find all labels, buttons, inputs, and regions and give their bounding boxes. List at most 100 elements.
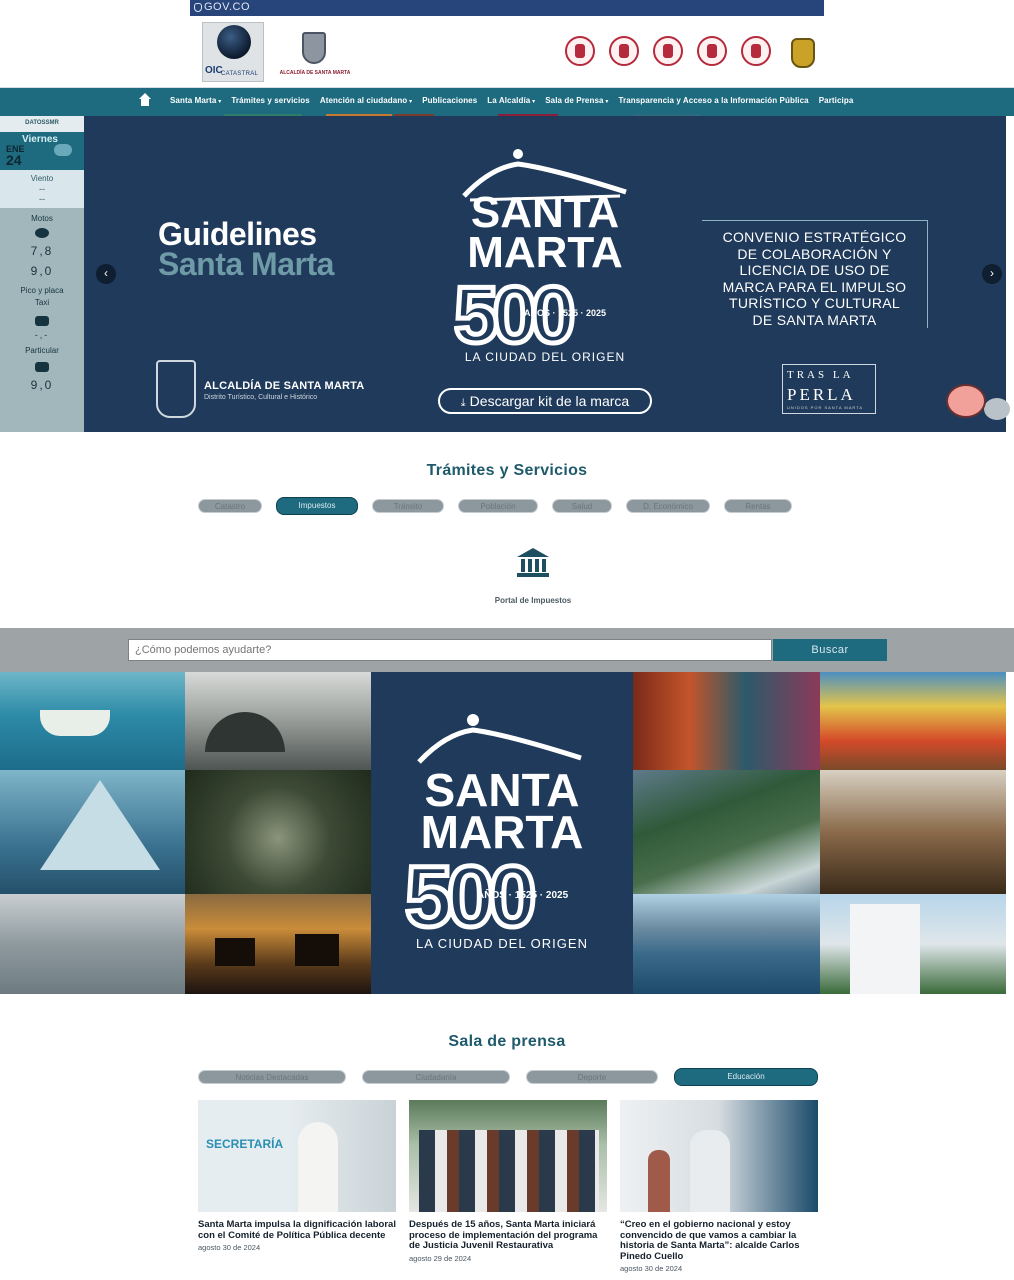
particular-label: Particular <box>25 346 59 355</box>
tab-prensa-2[interactable]: Deporte <box>526 1070 658 1084</box>
tab-prensa-3[interactable]: Educación <box>674 1068 818 1086</box>
perla-line-2: PERLA <box>787 385 856 404</box>
tab-tramite-3[interactable]: Población <box>458 499 538 513</box>
photo-cathedral <box>820 894 1006 994</box>
download-kit-label: Descargar kit de la marca <box>469 393 630 409</box>
chatbot-mascot-icon[interactable] <box>946 384 986 418</box>
search-band: Buscar <box>0 628 1014 672</box>
cathedral-dome-icon <box>417 714 582 764</box>
news-image[interactable] <box>620 1100 818 1212</box>
wind-value-2: -- <box>39 194 45 204</box>
search-button[interactable]: Buscar <box>773 639 887 661</box>
collage-logo-marta: MARTA <box>420 806 584 858</box>
nav-item-3[interactable]: Publicaciones <box>422 96 477 105</box>
nav-item-5[interactable]: Sala de Prensa <box>545 96 608 105</box>
tab-tramite-0[interactable]: Catastro <box>198 499 262 513</box>
portal-impuestos-link[interactable]: Portal de Impuestos <box>0 596 1014 605</box>
news-image[interactable]: SECRETARÍA <box>198 1100 396 1212</box>
alcaldia-crest-icon <box>156 360 196 418</box>
colombia-crest-icon[interactable] <box>785 36 815 68</box>
tab-prensa-1[interactable]: Ciudadanía <box>362 1070 510 1084</box>
transparency-icon[interactable] <box>697 36 727 66</box>
wind-value: -- <box>39 184 45 194</box>
pico-y-placa-box: Motos 7,8 9,0 Pico y placa Taxi -,- Part… <box>0 208 84 432</box>
nav-item-7[interactable]: Participa <box>819 96 854 105</box>
tab-tramite-2[interactable]: Tránsito <box>372 499 444 513</box>
tab-prensa-0[interactable]: Noticias Destacadas <box>198 1070 346 1084</box>
nav-item-2[interactable]: Atención al ciudadano <box>320 96 412 105</box>
globe-icon <box>217 25 251 59</box>
nav-item-4[interactable]: La Alcaldía <box>487 96 535 105</box>
photo-tugboats-sunset <box>185 894 371 994</box>
alcaldia-shield-icon <box>302 32 326 64</box>
home-icon[interactable] <box>138 93 152 108</box>
motos-label: Motos <box>31 214 53 223</box>
gov-co-link[interactable]: GOV.CO <box>204 1 250 13</box>
news-date: agosto 30 de 2024 <box>198 1243 261 1252</box>
chat-bubble[interactable] <box>984 398 1010 420</box>
search-input[interactable] <box>128 639 772 661</box>
community-icon[interactable] <box>609 36 639 66</box>
oic-catastral-logo[interactable]: OIC CATASTRAL <box>202 22 264 82</box>
bank-icon[interactable] <box>517 548 549 578</box>
collage-santa-marta-logo: SANTA MARTA 500 AÑOS · 1525 · 2025 LA CI… <box>371 672 633 994</box>
download-kit-button[interactable]: ⤓ Descargar kit de la marca <box>438 388 652 414</box>
carousel-next-button[interactable]: › <box>982 264 1002 284</box>
news-date: agosto 29 de 2024 <box>409 1253 472 1263</box>
motos-value-1: 7,8 <box>30 244 54 258</box>
download-icon: ⤓ <box>460 397 466 409</box>
prensa-title: Sala de prensa <box>448 1033 566 1050</box>
particular-value: 9,0 <box>30 378 54 392</box>
cloud-icon <box>54 144 72 156</box>
children-icon[interactable] <box>741 36 771 66</box>
nav-item-0[interactable]: Santa Marta <box>170 96 221 105</box>
site-header <box>0 16 1014 88</box>
tab-tramite-5[interactable]: D. Económico <box>626 499 710 513</box>
day-number: 24 <box>6 152 22 168</box>
accessibility-icon[interactable] <box>565 36 595 66</box>
convenio-text: CONVENIO ESTRATÉGICO DE COLABORACIÓN Y LIC… <box>702 220 928 328</box>
tras-la-perla-logo: TRAS LA PERLA UNIDOS POR SANTA MARTA <box>782 364 876 414</box>
motos-value-2: 9,0 <box>30 264 54 278</box>
convenio-line: LICENCIA DE USO DE <box>739 262 890 278</box>
alcaldia-logo[interactable]: ALCALDÍA DE SANTA MARTA <box>278 32 352 82</box>
collage-logo-years: AÑOS · 1525 · 2025 <box>477 890 569 901</box>
tab-tramite-1[interactable]: Impuestos <box>276 497 358 515</box>
photo-city-aerial <box>0 894 185 994</box>
weather-brand: DATOSSMR <box>25 120 59 126</box>
main-nav: Santa Marta Trámites y servicios Atención … <box>0 88 1014 116</box>
gov-shield-icon <box>194 3 202 12</box>
news-title[interactable]: Después de 15 años, Santa Marta iniciará… <box>409 1219 607 1252</box>
santa-marta-500-logo: SANTA MARTA 500 AÑOS · 1525 · 2025 LA CI… <box>450 146 640 366</box>
tramites-tabs: Catastro Impuestos Tránsito Población Salud D… <box>198 497 792 515</box>
nav-item-1[interactable]: Trámites y servicios <box>231 96 310 105</box>
photo-decorated-alley <box>820 770 1006 894</box>
taxi-value: -,- <box>34 330 50 340</box>
nav-items: Santa Marta Trámites y servicios Atención … <box>170 96 853 105</box>
news-image[interactable] <box>409 1100 607 1212</box>
photo-snowy-mountain <box>0 770 185 894</box>
news-card[interactable]: Después de 15 años, Santa Marta iniciará… <box>409 1100 607 1263</box>
news-card[interactable]: SECRETARÍA Santa Marta impulsa la dignif… <box>198 1100 396 1252</box>
nav-item-6[interactable]: Transparencia y Acceso a la Información … <box>618 96 808 105</box>
carousel-prev-button[interactable]: ‹ <box>96 264 116 284</box>
hero-banner: Guidelines Santa Marta SANTA MARTA 500 A… <box>84 116 1006 432</box>
photo-ciudad-perdida <box>185 770 371 894</box>
alcaldia-subtitle: Distrito Turístico, Cultural e Histórico <box>204 394 318 401</box>
news-card[interactable]: “Creo en el gobierno nacional y estoy co… <box>620 1100 818 1273</box>
gov-co-bar: GOV.CO <box>190 0 824 16</box>
mail-icon[interactable] <box>653 36 683 66</box>
tab-tramite-6[interactable]: Rentas <box>724 499 792 513</box>
convenio-line: DE SANTA MARTA <box>752 311 877 328</box>
motorcycle-icon <box>35 228 49 238</box>
photo-colorful-street <box>633 672 820 770</box>
tab-tramite-4[interactable]: Salud <box>552 499 612 513</box>
logo-origin: LA CIUDAD DEL ORIGEN <box>464 350 626 364</box>
car-icon <box>35 362 49 372</box>
news-title[interactable]: “Creo en el gobierno nacional y estoy co… <box>620 1219 818 1262</box>
taxi-icon <box>35 316 49 326</box>
news-title[interactable]: Santa Marta impulsa la dignificación lab… <box>198 1219 396 1241</box>
photo-collage: SANTA MARTA 500 AÑOS · 1525 · 2025 LA CI… <box>0 672 1006 994</box>
convenio-line: DE COLABORACIÓN Y <box>737 245 892 262</box>
photo-colonial-house <box>820 672 1006 770</box>
